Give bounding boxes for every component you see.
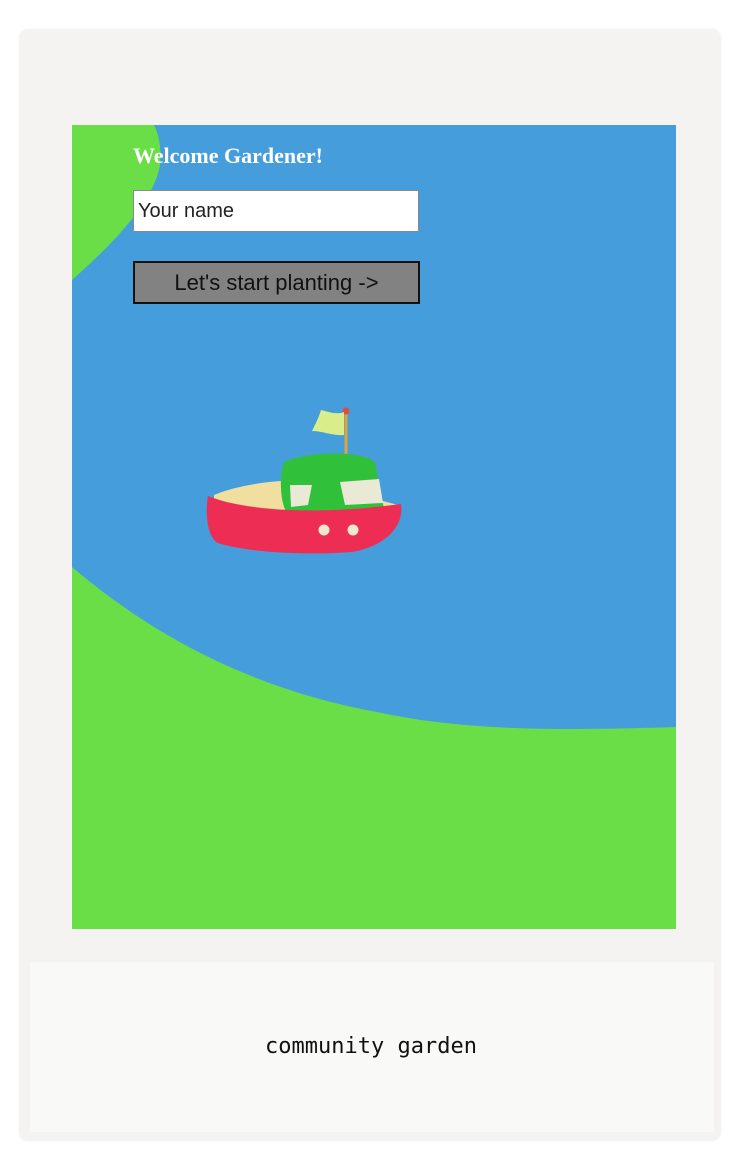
welcome-heading: Welcome Gardener!: [133, 143, 323, 168]
garden-scene: [72, 125, 676, 929]
porthole: [347, 524, 359, 536]
boat-cabin: [280, 453, 384, 513]
name-input[interactable]: [133, 190, 419, 232]
porthole: [318, 524, 330, 536]
start-planting-button[interactable]: Let's start planting ->: [133, 261, 420, 304]
card-caption: community garden: [265, 1034, 477, 1059]
game-screen: Welcome Gardener! Let's start planting -…: [72, 125, 676, 929]
